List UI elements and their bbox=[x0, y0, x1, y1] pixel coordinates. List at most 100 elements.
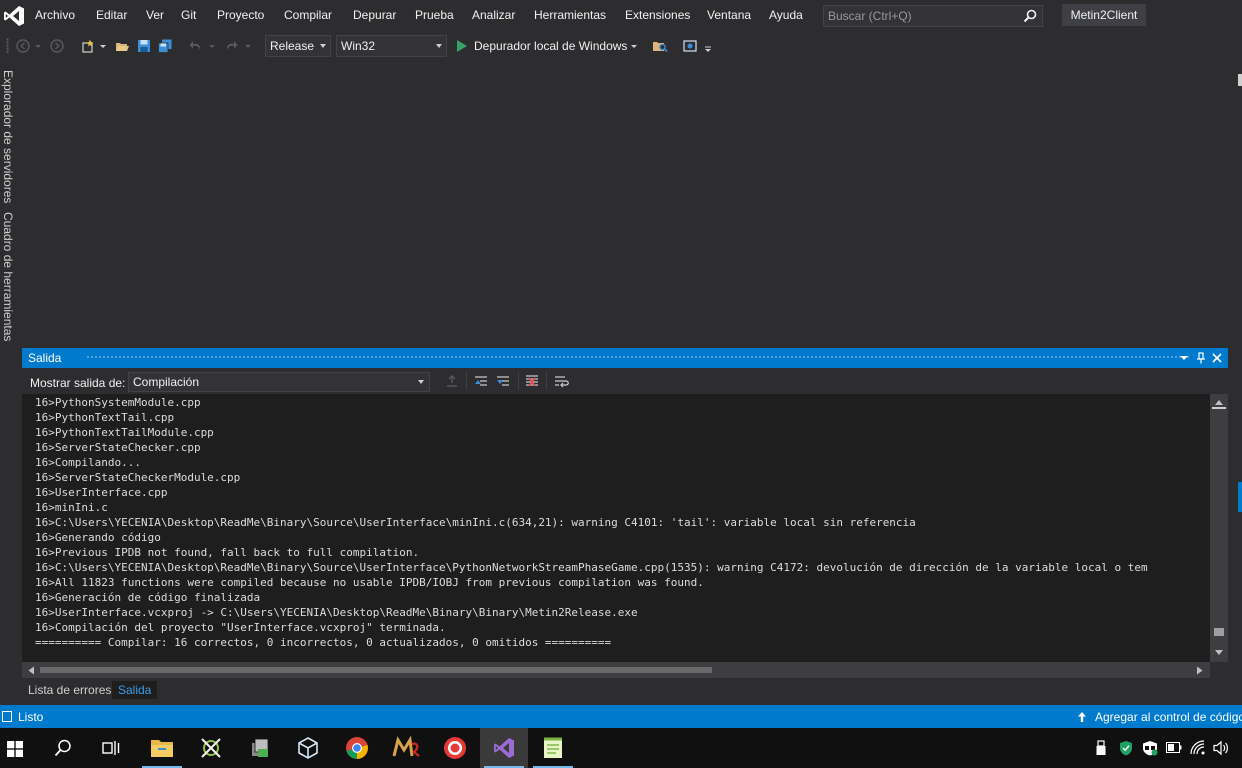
output-line: 16>C:\Users\YECENIA\Desktop\ReadMe\Binar… bbox=[35, 516, 916, 529]
status-bar: Listo Agregar al control de código bbox=[0, 705, 1242, 728]
toolbar-grip[interactable] bbox=[6, 38, 9, 54]
output-text-area[interactable]: 16>PythonSystemModule.cpp 16>PythonTextT… bbox=[22, 394, 1210, 662]
chevron-down-icon bbox=[320, 44, 326, 48]
back-icon[interactable] bbox=[16, 39, 30, 53]
next-message-icon[interactable] bbox=[496, 374, 510, 388]
menu-extensiones[interactable]: Extensiones bbox=[625, 8, 690, 22]
visual-studio-logo-icon[interactable] bbox=[2, 4, 26, 28]
debugger-label: Depurador local de Windows bbox=[474, 39, 628, 53]
horizontal-scrollbar[interactable] bbox=[22, 662, 1210, 678]
menu-archivo[interactable]: Archivo bbox=[35, 8, 75, 22]
save-icon[interactable] bbox=[137, 39, 151, 53]
save-all-icon[interactable] bbox=[158, 39, 172, 53]
taskbar-app[interactable] bbox=[187, 728, 235, 768]
output-source-select[interactable]: Compilación bbox=[128, 372, 430, 392]
menu-depurar[interactable]: Depurar bbox=[353, 8, 396, 22]
configuration-select[interactable]: Release bbox=[265, 35, 331, 57]
menu-analizar[interactable]: Analizar bbox=[472, 8, 515, 22]
usb-device-icon[interactable] bbox=[1095, 740, 1107, 756]
output-source-value: Compilación bbox=[133, 375, 200, 389]
window-position-icon[interactable] bbox=[1179, 353, 1189, 363]
close-icon[interactable] bbox=[1212, 353, 1222, 363]
battery-icon[interactable] bbox=[1166, 742, 1182, 753]
taskbar-notepad-plus[interactable] bbox=[529, 728, 577, 768]
output-panel-title-bar[interactable]: Salida bbox=[22, 348, 1228, 368]
tab-error-list[interactable]: Lista de errores bbox=[22, 681, 117, 699]
vertical-scrollbar[interactable] bbox=[1210, 394, 1228, 662]
open-folder-icon[interactable] bbox=[115, 39, 129, 53]
menu-ver[interactable]: Ver bbox=[146, 8, 164, 22]
editor-area bbox=[20, 62, 1234, 348]
record-icon bbox=[444, 737, 466, 759]
menu-proyecto[interactable]: Proyecto bbox=[217, 8, 264, 22]
menu-editar[interactable]: Editar bbox=[96, 8, 127, 22]
taskbar-app[interactable] bbox=[284, 728, 332, 768]
chevron-down-icon bbox=[436, 44, 442, 48]
taskbar-visual-studio[interactable] bbox=[480, 728, 528, 768]
pin-icon[interactable] bbox=[1196, 352, 1206, 364]
taskbar-app[interactable] bbox=[236, 728, 284, 768]
undo-dropdown-icon[interactable] bbox=[208, 39, 216, 53]
taskbar-chrome[interactable] bbox=[333, 728, 381, 768]
menu-compilar[interactable]: Compilar bbox=[284, 8, 332, 22]
find-message-icon[interactable] bbox=[445, 374, 459, 388]
package-tool-icon bbox=[252, 738, 269, 757]
find-in-files-icon[interactable] bbox=[652, 39, 668, 53]
search-input[interactable]: Buscar (Ctrl+Q) bbox=[828, 9, 912, 23]
right-tab-marker[interactable] bbox=[1238, 482, 1242, 512]
taskbar-file-explorer[interactable] bbox=[138, 728, 186, 768]
arrow-up-icon[interactable] bbox=[1077, 711, 1087, 723]
back-dropdown-icon[interactable] bbox=[34, 39, 42, 53]
menu-prueba[interactable]: Prueba bbox=[415, 8, 454, 22]
clear-all-icon[interactable] bbox=[525, 374, 539, 388]
windows-defender-icon[interactable] bbox=[1142, 740, 1158, 756]
task-view-icon[interactable] bbox=[102, 739, 120, 757]
menu-ventana[interactable]: Ventana bbox=[707, 8, 751, 22]
right-tab-marker[interactable] bbox=[1238, 74, 1242, 86]
search-icon[interactable] bbox=[54, 739, 72, 757]
menu-herramientas[interactable]: Herramientas bbox=[534, 8, 606, 22]
volume-icon[interactable] bbox=[1213, 740, 1229, 756]
scroll-left-icon[interactable] bbox=[27, 666, 35, 675]
toolbar-separator bbox=[518, 372, 519, 390]
taskbar-metin2[interactable] bbox=[382, 728, 430, 768]
menu-ayuda[interactable]: Ayuda bbox=[769, 8, 803, 22]
output-line: 16>Generación de código finalizada bbox=[35, 591, 261, 604]
server-explorer-tab[interactable]: Explorador de servidores bbox=[1, 70, 15, 203]
search-icon[interactable] bbox=[1023, 9, 1037, 23]
screenshot-icon[interactable] bbox=[683, 39, 697, 53]
scroll-down-icon[interactable] bbox=[1214, 649, 1224, 657]
toolbar-options-icon[interactable] bbox=[704, 44, 712, 54]
scrollbar-thumb[interactable] bbox=[40, 667, 712, 673]
output-line: 16>ServerStateCheckerModule.cpp bbox=[35, 471, 241, 484]
output-line: 16>All 11823 functions were compiled bec… bbox=[35, 576, 704, 589]
taskbar-recorder[interactable] bbox=[431, 728, 479, 768]
toolbox-tab[interactable]: Cuadro de herramientas bbox=[1, 212, 15, 341]
add-to-source-control-button[interactable]: Agregar al control de código bbox=[1095, 710, 1242, 724]
platform-select[interactable]: Win32 bbox=[336, 35, 447, 57]
scroll-right-icon[interactable] bbox=[1196, 666, 1204, 675]
solution-name[interactable]: Metin2Client bbox=[1062, 4, 1146, 26]
scroll-up-icon[interactable] bbox=[1214, 398, 1224, 406]
scrollbar-thumb[interactable] bbox=[1214, 628, 1224, 636]
tab-output[interactable]: Salida bbox=[112, 681, 158, 699]
right-tool-strip bbox=[1236, 62, 1242, 702]
visual-studio-icon bbox=[494, 738, 514, 758]
debugger-dropdown-icon[interactable] bbox=[630, 39, 638, 53]
output-line: 16>UserInterface.cpp bbox=[35, 486, 168, 499]
redo-dropdown-icon[interactable] bbox=[244, 39, 252, 53]
new-project-dropdown-icon[interactable] bbox=[99, 39, 107, 53]
undo-icon[interactable] bbox=[189, 39, 203, 53]
new-project-icon[interactable] bbox=[81, 39, 95, 53]
security-shield-icon[interactable] bbox=[1119, 740, 1133, 756]
wifi-icon[interactable] bbox=[1190, 740, 1206, 756]
menu-git[interactable]: Git bbox=[181, 8, 196, 22]
previous-message-icon[interactable] bbox=[474, 374, 488, 388]
scrollbar-corner bbox=[1210, 662, 1228, 678]
forward-icon[interactable] bbox=[50, 39, 64, 53]
title-bar-grip bbox=[86, 355, 1190, 360]
word-wrap-icon[interactable] bbox=[554, 374, 570, 388]
redo-icon[interactable] bbox=[224, 39, 238, 53]
search-box[interactable]: Buscar (Ctrl+Q) bbox=[823, 5, 1043, 27]
windows-start-icon[interactable] bbox=[7, 741, 23, 757]
